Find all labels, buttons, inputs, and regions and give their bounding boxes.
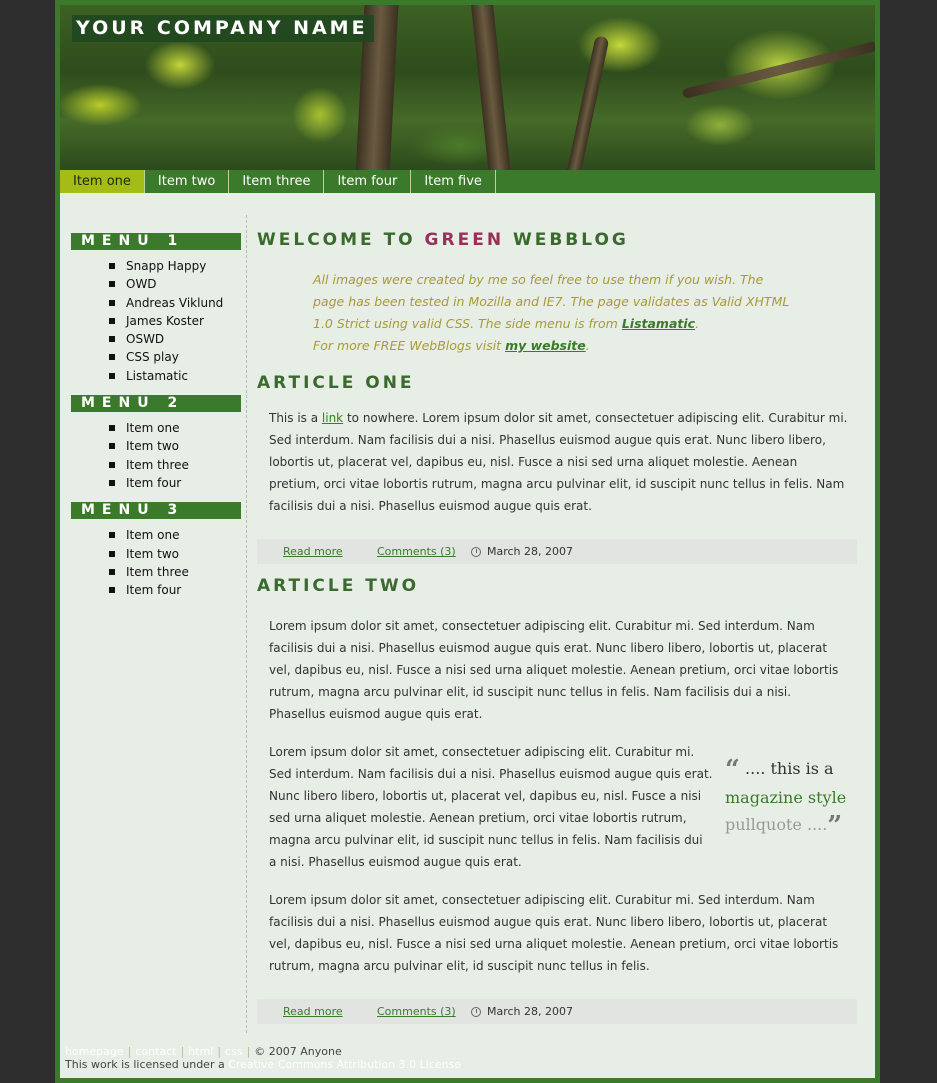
menu-link[interactable]: Listamatic — [109, 367, 241, 385]
intro-line: All images were created by me so feel fr… — [313, 272, 790, 331]
menu-link[interactable]: Snapp Happy — [109, 257, 241, 275]
intro-line: For more FREE WebBlogs visit — [313, 338, 506, 353]
menu-list: Item one Item two Item three Item four — [71, 412, 241, 502]
menu-link[interactable]: Item three — [109, 563, 241, 581]
menu-link[interactable]: Andreas Viklund — [109, 294, 241, 312]
article-two-para: Lorem ipsum dolor sit amet, consectetuer… — [269, 745, 713, 869]
article-two-quote-block: Lorem ipsum dolor sit amet, consectetuer… — [257, 741, 857, 873]
close-quote-icon: ” — [827, 811, 843, 841]
company-name[interactable]: YOUR COMPANY NAME — [72, 15, 374, 42]
footer-separator: | — [246, 1045, 251, 1058]
footer-link-contact[interactable]: contact — [135, 1045, 176, 1058]
article-two-title: ARTICLE TWO — [257, 576, 420, 596]
menu-link[interactable]: CSS play — [109, 348, 241, 366]
nav-item-five[interactable]: Item five — [411, 170, 496, 193]
nav-item-three[interactable]: Item three — [229, 170, 325, 193]
tree-trunk — [470, 5, 512, 170]
comments-link[interactable]: Comments (3) — [377, 1005, 471, 1018]
pullquote-highlight: magazine style — [725, 788, 847, 807]
footer-separator: | — [217, 1045, 222, 1058]
menu-link[interactable]: James Koster — [109, 312, 241, 330]
article-one-meta: Read more Comments (3) March 28, 2007 — [257, 539, 857, 564]
tree-trunk — [564, 35, 610, 170]
pullquote-text: pullquote .... — [725, 815, 828, 834]
menu-link[interactable]: OSWD — [109, 330, 241, 348]
menu-link[interactable]: Item one — [109, 526, 241, 544]
post-date: March 28, 2007 — [487, 1005, 574, 1018]
intro-line: . — [695, 316, 700, 331]
menu-link[interactable]: OWD — [109, 275, 241, 293]
article-text: to nowhere. Lorem ipsum dolor sit amet, … — [269, 411, 848, 513]
read-more-link[interactable]: Read more — [283, 545, 377, 558]
footer-links: homepage | contact | html | css | © 2007 Anyone — [65, 1045, 875, 1058]
title-suffix: WEBBLOG — [504, 230, 629, 250]
footer: homepage | contact | html | css | © 2007 Anyone … — [60, 1040, 875, 1078]
menu-link[interactable]: Item four — [109, 474, 241, 492]
nav-item-two[interactable]: Item two — [145, 170, 230, 193]
article-two-para: Lorem ipsum dolor sit amet, consectetuer… — [269, 893, 839, 973]
menu-list: Snapp Happy OWD Andreas Viklund James Ko… — [71, 250, 241, 395]
my-website-link[interactable]: my website — [505, 338, 586, 353]
page-body: YOUR COMPANY NAME Item one Item two Item… — [60, 5, 875, 1078]
footer-link-css[interactable]: css — [225, 1045, 243, 1058]
pullquote-text: .... this is a — [739, 759, 834, 778]
header-banner: YOUR COMPANY NAME — [60, 5, 875, 170]
column-divider — [246, 215, 247, 1033]
nav-item-one[interactable]: Item one — [60, 170, 145, 193]
clock-icon — [471, 546, 481, 557]
main-content: WELCOME TO GREEN WEBBLOG All images were… — [257, 230, 857, 1024]
footer-link-html[interactable]: html — [188, 1045, 213, 1058]
inline-link[interactable]: link — [322, 411, 343, 425]
menu-link[interactable]: Item three — [109, 456, 241, 474]
page-frame: YOUR COMPANY NAME Item one Item two Item… — [55, 0, 880, 1083]
sidebar: MENU 1 Snapp Happy OWD Andreas Viklund J… — [71, 233, 241, 609]
intro-text: All images were created by me so feel fr… — [257, 254, 797, 357]
menu-link[interactable]: Item two — [109, 545, 241, 563]
license-line: This work is licensed under a Creative C… — [65, 1058, 875, 1071]
license-link[interactable]: Creative Commons Attribution 3.0 License — [228, 1058, 461, 1071]
tree-branch — [681, 40, 875, 100]
menu-list: Item one Item two Item three Item four — [71, 519, 241, 609]
clock-icon — [471, 1006, 481, 1017]
title-accent: GREEN — [424, 230, 505, 250]
copyright: © 2007 Anyone — [254, 1045, 342, 1058]
menu-heading: MENU 3 — [71, 502, 241, 520]
read-more-link[interactable]: Read more — [283, 1005, 377, 1018]
article-text: This is a — [269, 411, 322, 425]
footer-separator: | — [180, 1045, 185, 1058]
pullquote: “ .... this is a magazine style pullquot… — [725, 755, 855, 840]
menu-heading: MENU 1 — [71, 233, 241, 250]
footer-separator: | — [127, 1045, 132, 1058]
license-text: This work is licensed under a — [65, 1058, 229, 1071]
nav-item-four[interactable]: Item four — [324, 170, 412, 193]
post-date: March 28, 2007 — [487, 545, 574, 558]
page-title: WELCOME TO GREEN WEBBLOG — [257, 230, 857, 254]
menu-heading: MENU 2 — [71, 395, 241, 413]
intro-line: . — [585, 338, 590, 353]
comments-link[interactable]: Comments (3) — [377, 545, 471, 558]
open-quote-icon: “ — [725, 755, 740, 785]
title-prefix: WELCOME TO — [257, 230, 425, 250]
menu-link[interactable]: Item one — [109, 419, 241, 437]
menu-link[interactable]: Item four — [109, 581, 241, 599]
main-nav: Item one Item two Item three Item four I… — [60, 170, 875, 193]
menu-link[interactable]: Item two — [109, 437, 241, 455]
article-one-title: ARTICLE ONE — [257, 373, 415, 393]
listamatic-link[interactable]: Listamatic — [622, 316, 695, 331]
article-two-para: Lorem ipsum dolor sit amet, consectetuer… — [269, 619, 839, 721]
article-one-body: This is a link to nowhere. Lorem ipsum d… — [257, 407, 849, 517]
footer-link-homepage[interactable]: homepage — [65, 1045, 124, 1058]
article-two-meta: Read more Comments (3) March 28, 2007 — [257, 999, 857, 1024]
